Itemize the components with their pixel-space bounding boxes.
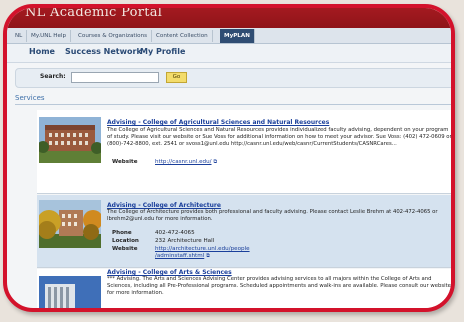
building-photo-icon <box>39 117 101 163</box>
portal-window: NL Academic Portal NL My.UNL Help Course… <box>3 4 455 312</box>
external-link-icon[interactable]: ⧉ <box>214 159 218 165</box>
search-go-button[interactable]: Go <box>166 72 187 83</box>
services-divider <box>15 104 451 105</box>
service-card-arts-sciences: Advising - College of Arts & Sciences **… <box>37 269 451 308</box>
tab-content-collection[interactable]: Content Collection <box>152 30 213 42</box>
portal-banner: NL Academic Portal <box>7 8 451 28</box>
service-description-architecture: The College of Architecture provides bot… <box>107 209 438 222</box>
website-link-architecture[interactable]: http://architecture.unl.edu/people <box>155 246 250 252</box>
service-title-arts-sciences[interactable]: Advising - College of Arts & Sciences <box>107 269 232 276</box>
top-tab-bar: NL My.UNL Help Courses & Organizations C… <box>7 28 451 44</box>
website-label: Website <box>112 159 138 165</box>
search-input[interactable] <box>71 72 159 83</box>
service-card-architecture: Advising - College of Architecture The C… <box>37 195 451 268</box>
nav-my-profile[interactable]: My Profile <box>140 47 185 56</box>
service-thumbnail-agriculture <box>39 117 101 163</box>
phone-value: 402-472-4065 <box>155 230 195 236</box>
location-label: Location <box>112 238 139 244</box>
search-bar: Search: Go <box>15 68 451 88</box>
external-link-icon[interactable]: ⧉ <box>206 253 210 259</box>
location-value: 232 Architecture Hall <box>155 238 215 244</box>
website-link-agriculture[interactable]: http://casnr.unl.edu/ <box>155 159 212 165</box>
nav-home[interactable]: Home <box>29 47 55 56</box>
campus-photo-icon <box>39 200 101 248</box>
website-link-architecture-line1: http://architecture.unl.edu/people <box>155 246 250 252</box>
service-title-architecture[interactable]: Advising - College of Architecture <box>107 202 221 209</box>
tab-courses-organizations[interactable]: Courses & Organizations <box>74 30 153 42</box>
service-description-arts-sciences: *** Advising. The Arts and Sciences Advi… <box>107 276 451 296</box>
search-label: Search: <box>40 73 66 80</box>
website-label-architecture: Website <box>112 246 138 252</box>
services-heading: Services <box>15 94 45 102</box>
website-link-architecture-line2: /adminstaff.shtml ⧉ <box>155 253 210 259</box>
service-thumbnail-arts-sciences <box>39 276 101 308</box>
website-value: http://casnr.unl.edu/⧉ <box>155 159 217 165</box>
secondary-nav: Home Success Network My Profile <box>7 44 451 63</box>
website-link-architecture-cont[interactable]: /adminstaff.shtml <box>155 253 204 259</box>
service-thumbnail-architecture <box>39 200 101 248</box>
tower-photo-icon <box>39 276 101 308</box>
phone-label: Phone <box>112 230 132 236</box>
tab-myplan[interactable]: MyPLAN <box>220 29 255 43</box>
service-description-agriculture: The College of Agricultural Sciences and… <box>107 127 452 147</box>
service-card-agriculture: Advising - College of Agricultural Scien… <box>37 110 452 194</box>
portal-title: NL Academic Portal <box>25 5 163 20</box>
service-title-agriculture[interactable]: Advising - College of Agricultural Scien… <box>107 119 329 126</box>
nav-success-network[interactable]: Success Network <box>65 47 142 56</box>
tab-myunl-help[interactable]: My.UNL Help <box>27 30 72 42</box>
tab-nl[interactable]: NL <box>11 30 28 42</box>
